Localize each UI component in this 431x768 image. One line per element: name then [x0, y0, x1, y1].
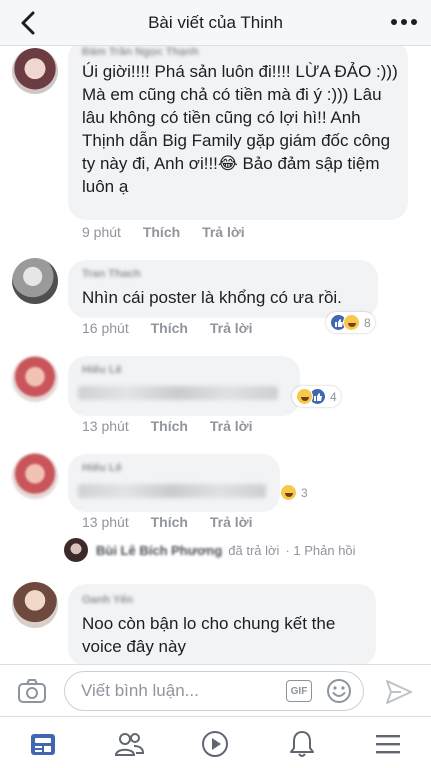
reply-link[interactable]: Trả lời — [210, 320, 253, 336]
comment-text: Úi giời!!!! Phá sản luôn đi!!!! LỪA ĐẢO … — [82, 62, 398, 196]
reply-action: đã trả lời — [228, 542, 280, 558]
reply-author-name: Bùi Lê Bích Phương — [96, 542, 223, 558]
comment-bubble[interactable]: Tran Thach Nhìn cái poster là khổng có ư… — [68, 260, 378, 318]
commenter-name[interactable]: Đàm Trần Ngọc Thạnh — [82, 46, 199, 58]
comment-time: 13 phút — [82, 418, 129, 434]
haha-reaction-icon — [343, 314, 360, 331]
comment-meta: 13 phút Thích Trả lời — [82, 418, 270, 434]
commenter-name[interactable]: Hiếu Lê — [82, 364, 122, 376]
reply-link[interactable]: Trả lời — [202, 224, 245, 240]
news-feed-icon[interactable] — [28, 729, 58, 759]
commenter-name[interactable]: Tran Thach — [82, 268, 141, 280]
commenter-name[interactable]: Oanh Yến — [82, 594, 133, 606]
comment-composer: GIF — [0, 664, 431, 716]
like-link[interactable]: Thích — [151, 320, 188, 336]
send-icon[interactable] — [384, 678, 414, 706]
reaction-summary[interactable]: 3 — [276, 482, 312, 503]
comment-bubble[interactable]: Oanh Yến Noo còn bận lo cho chung kết th… — [68, 584, 376, 664]
reaction-summary[interactable]: 4 — [292, 386, 341, 407]
haha-reaction-icon — [280, 484, 297, 501]
camera-icon[interactable] — [17, 678, 47, 704]
commenter-avatar[interactable] — [12, 356, 58, 402]
comment-bubble[interactable]: Đàm Trần Ngọc Thạnh Úi giời!!!! Phá sản … — [68, 46, 408, 220]
comment-text: Noo còn bận lo cho chung kết the voice đ… — [82, 614, 336, 656]
friends-icon[interactable] — [114, 729, 144, 759]
comment-time: 16 phút — [82, 320, 129, 336]
comment-meta: 13 phút Thích Trả lời — [82, 514, 270, 530]
like-link[interactable]: Thích — [151, 418, 188, 434]
like-link[interactable]: Thích — [143, 224, 180, 240]
commenter-name[interactable]: Hiếu Lê — [82, 462, 122, 474]
commenter-avatar[interactable] — [12, 48, 58, 94]
menu-icon[interactable] — [373, 729, 403, 759]
like-link[interactable]: Thích — [151, 514, 188, 530]
reply-avatar — [64, 538, 88, 562]
comment-bubble[interactable]: Hiếu Lê — [68, 454, 280, 512]
emoji-icon[interactable] — [326, 678, 352, 704]
reply-count: · 1 Phản hồi — [285, 542, 356, 558]
reaction-count: 8 — [364, 315, 371, 330]
comment-text: Nhìn cái poster là khổng có ưa rồi. — [82, 288, 342, 307]
top-bar: Bài viết của Thinh — [0, 0, 431, 46]
page-title: Bài viết của Thinh — [148, 13, 283, 32]
haha-reaction-icon — [296, 388, 313, 405]
reaction-count: 3 — [301, 485, 308, 500]
blurred-comment-text — [78, 386, 278, 400]
commenter-avatar[interactable] — [12, 453, 58, 499]
commenter-avatar[interactable] — [12, 258, 58, 304]
comment-input[interactable] — [64, 671, 364, 711]
blurred-comment-text — [78, 484, 266, 498]
commenter-avatar[interactable] — [12, 582, 58, 628]
comment-meta: 9 phút Thích Trả lời — [82, 224, 263, 240]
gif-icon[interactable]: GIF — [286, 680, 312, 702]
comments-feed[interactable]: Đàm Trần Ngọc Thạnh Úi giời!!!! Phá sản … — [0, 46, 431, 664]
reply-link[interactable]: Trả lời — [210, 418, 253, 434]
replies-summary[interactable]: Bùi Lê Bích Phương đã trả lời · 1 Phản h… — [64, 538, 356, 562]
comment-time: 13 phút — [82, 514, 129, 530]
notifications-icon[interactable] — [287, 729, 317, 759]
watch-icon[interactable] — [200, 729, 230, 759]
reaction-count: 4 — [330, 389, 337, 404]
comment-meta: 16 phút Thích Trả lời — [82, 320, 270, 336]
more-options-icon[interactable] — [391, 16, 417, 28]
reply-link[interactable]: Trả lời — [210, 514, 253, 530]
reaction-summary[interactable]: 8 — [326, 312, 375, 333]
comment-time: 9 phút — [82, 224, 121, 240]
comment-bubble[interactable]: Hiếu Lê — [68, 356, 300, 416]
bottom-tab-bar — [0, 716, 431, 768]
